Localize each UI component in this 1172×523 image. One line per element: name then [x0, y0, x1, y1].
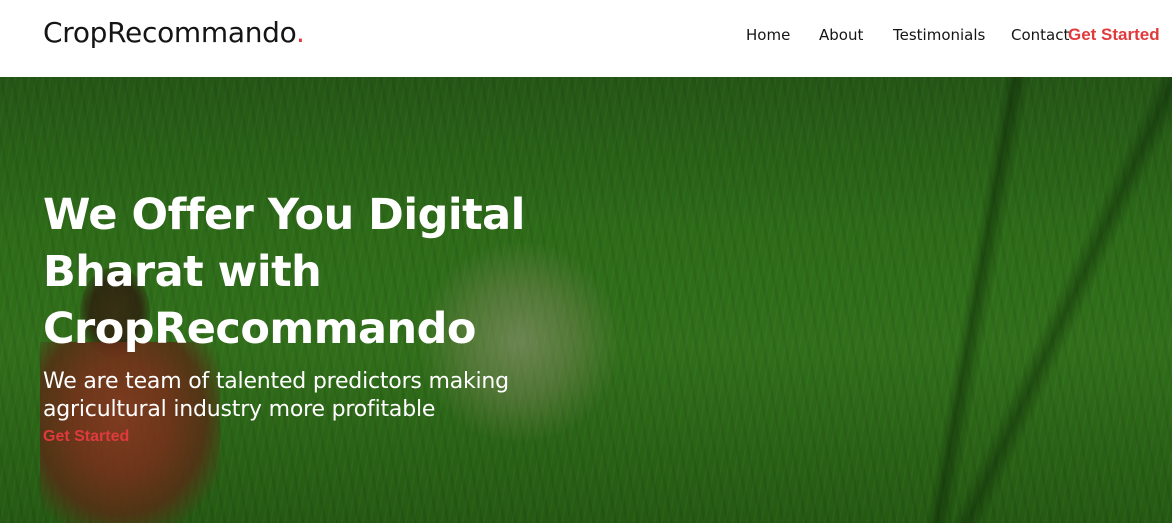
nav-link-testimonials[interactable]: Testimonials — [893, 26, 985, 44]
nav-link-about[interactable]: About — [819, 26, 863, 44]
nav-link-contact[interactable]: Contact — [1011, 26, 1069, 44]
hero-subtitle: We are team of talented predictors makin… — [43, 369, 509, 422]
nav-link-home[interactable]: Home — [746, 26, 790, 44]
hero-section: We Offer You Digital Bharat with CropRec… — [0, 77, 1172, 523]
site-header: CropRecommando. Home About Testimonials … — [0, 0, 1172, 77]
main-nav: Home About Testimonials Contact Get Star… — [0, 25, 1172, 46]
nav-get-started-button[interactable]: Get Started — [1068, 25, 1160, 45]
hero-title: We Offer You Digital Bharat with CropRec… — [43, 190, 525, 354]
hero-get-started-button[interactable]: Get Started — [43, 428, 129, 446]
